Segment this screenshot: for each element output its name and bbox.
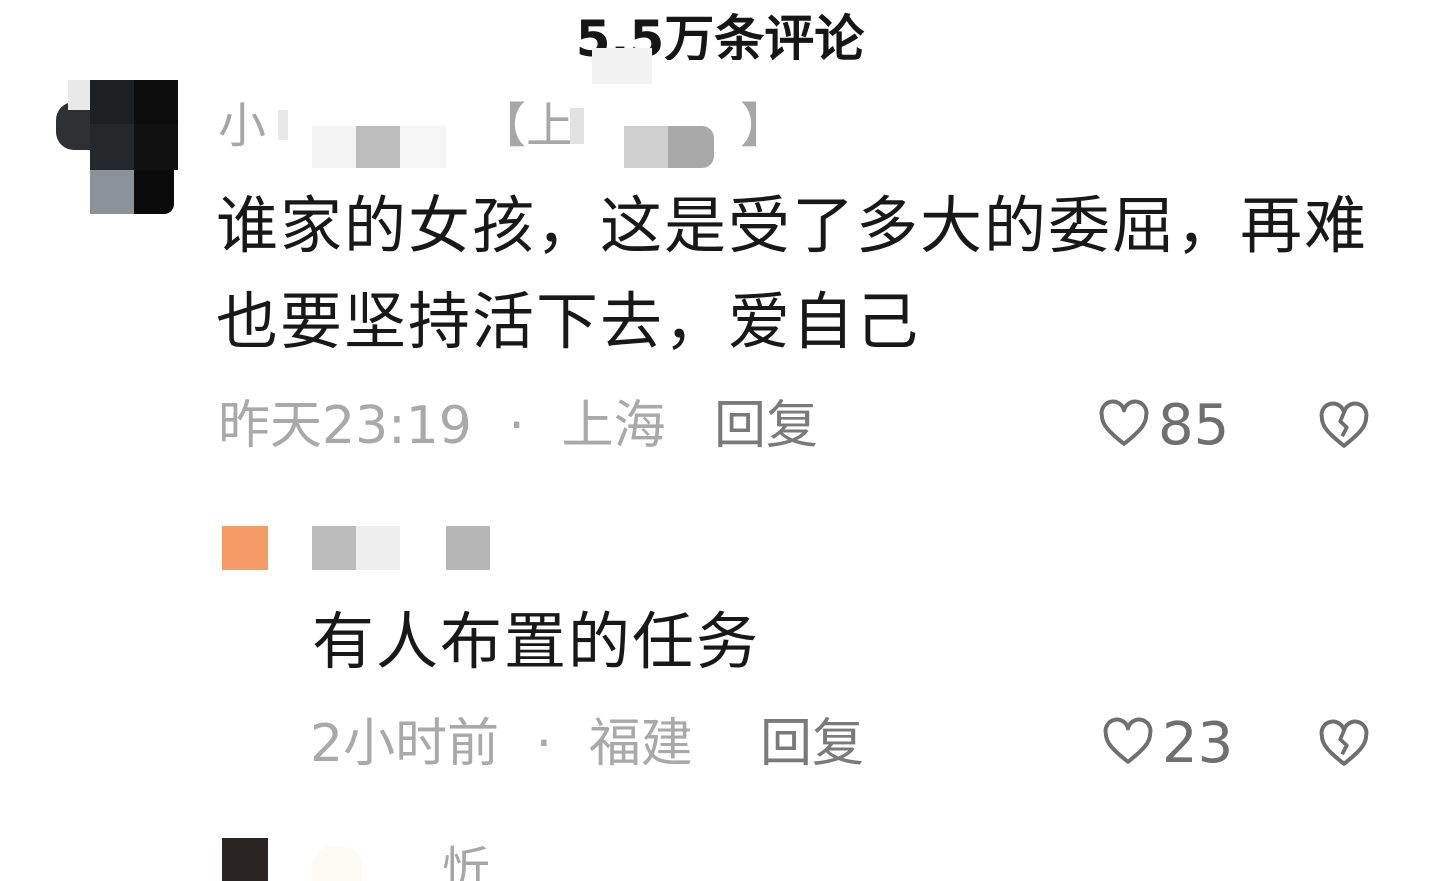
reply-location: 福建	[588, 714, 693, 774]
redaction-block	[312, 126, 356, 168]
redaction-block	[278, 110, 288, 140]
broken-heart-icon	[1316, 719, 1372, 776]
broken-heart-icon	[1316, 401, 1372, 458]
comment-location-tag-close: 】	[740, 98, 789, 154]
redaction-block	[312, 526, 356, 570]
reply-button[interactable]: 回复	[714, 394, 818, 458]
comment-username[interactable]: 小	[218, 96, 266, 156]
redaction-block	[446, 526, 490, 570]
next-comment-username: 忻	[442, 842, 491, 881]
redaction-block	[312, 846, 362, 881]
comment-text: 谁家的女孩，这是受了多大的委屈，再难也要坚持活下去，爱自己	[216, 189, 1369, 358]
heart-outline-icon	[1096, 396, 1152, 456]
comment-time: 昨天23:19	[218, 396, 472, 456]
like-button[interactable]: 23	[1100, 712, 1233, 776]
comment-location: 上海	[561, 396, 666, 456]
redaction-block	[356, 126, 400, 168]
reply-text: 有人布置的任务	[312, 605, 761, 678]
meta-separator: ·	[508, 396, 525, 456]
meta-separator: ·	[535, 714, 553, 774]
reply-time: 2小时前	[310, 714, 500, 774]
heart-outline-icon	[1100, 714, 1156, 774]
comment-meta: 昨天23:19 · 上海	[218, 394, 665, 458]
redaction-block	[570, 108, 584, 144]
redaction-block	[624, 126, 668, 168]
redaction-smear	[592, 48, 652, 84]
comment-location-tag: 【上	[478, 98, 575, 154]
like-button[interactable]: 85	[1096, 394, 1229, 458]
dislike-button[interactable]	[1316, 716, 1372, 776]
like-count: 85	[1158, 393, 1230, 458]
reply-avatar[interactable]	[222, 526, 268, 570]
next-avatar[interactable]	[222, 838, 268, 881]
redaction-block	[400, 126, 446, 168]
comments-count-title: 5.5万条评论	[575, 10, 865, 60]
reply-button[interactable]: 回复	[760, 712, 864, 776]
like-count: 23	[1162, 711, 1234, 776]
avatar[interactable]	[56, 80, 178, 214]
dislike-button[interactable]	[1316, 398, 1372, 458]
redaction-block	[668, 126, 714, 168]
reply-meta: 2小时前 · 福建	[310, 712, 693, 776]
redaction-block	[356, 526, 400, 570]
